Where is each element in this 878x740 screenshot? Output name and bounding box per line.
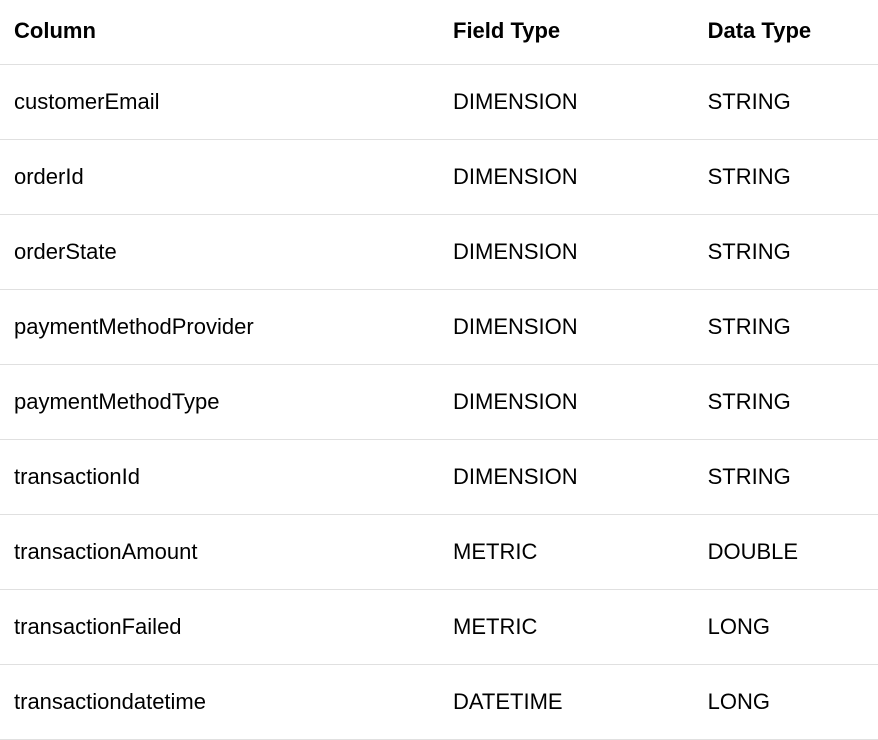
schema-table: Column Field Type Data Type customerEmai… xyxy=(0,0,878,740)
cell-data-type: STRING xyxy=(694,440,878,515)
cell-field-type: DIMENSION xyxy=(439,65,694,140)
cell-field-type: DATETIME xyxy=(439,665,694,740)
cell-column: paymentMethodProvider xyxy=(0,290,439,365)
table-row: orderState DIMENSION STRING xyxy=(0,215,878,290)
cell-data-type: STRING xyxy=(694,290,878,365)
table-row: transactionFailed METRIC LONG xyxy=(0,590,878,665)
cell-field-type: DIMENSION xyxy=(439,215,694,290)
table-row: paymentMethodType DIMENSION STRING xyxy=(0,365,878,440)
cell-column: paymentMethodType xyxy=(0,365,439,440)
cell-field-type: DIMENSION xyxy=(439,365,694,440)
cell-column: customerEmail xyxy=(0,65,439,140)
table-row: transactionAmount METRIC DOUBLE xyxy=(0,515,878,590)
cell-data-type: DOUBLE xyxy=(694,515,878,590)
table-row: paymentMethodProvider DIMENSION STRING xyxy=(0,290,878,365)
table-row: transactiondatetime DATETIME LONG xyxy=(0,665,878,740)
header-field-type: Field Type xyxy=(439,0,694,65)
table-row: orderId DIMENSION STRING xyxy=(0,140,878,215)
cell-field-type: DIMENSION xyxy=(439,140,694,215)
table-body: customerEmail DIMENSION STRING orderId D… xyxy=(0,65,878,740)
cell-field-type: DIMENSION xyxy=(439,440,694,515)
cell-column: transactionAmount xyxy=(0,515,439,590)
cell-column: transactiondatetime xyxy=(0,665,439,740)
table-header: Column Field Type Data Type xyxy=(0,0,878,65)
cell-data-type: LONG xyxy=(694,590,878,665)
header-column: Column xyxy=(0,0,439,65)
cell-data-type: STRING xyxy=(694,365,878,440)
cell-column: transactionFailed xyxy=(0,590,439,665)
header-row: Column Field Type Data Type xyxy=(0,0,878,65)
cell-field-type: DIMENSION xyxy=(439,290,694,365)
cell-data-type: STRING xyxy=(694,215,878,290)
cell-column: orderState xyxy=(0,215,439,290)
cell-data-type: STRING xyxy=(694,65,878,140)
cell-column: transactionId xyxy=(0,440,439,515)
table-row: customerEmail DIMENSION STRING xyxy=(0,65,878,140)
table-row: transactionId DIMENSION STRING xyxy=(0,440,878,515)
cell-data-type: LONG xyxy=(694,665,878,740)
header-data-type: Data Type xyxy=(694,0,878,65)
cell-field-type: METRIC xyxy=(439,590,694,665)
cell-field-type: METRIC xyxy=(439,515,694,590)
cell-column: orderId xyxy=(0,140,439,215)
cell-data-type: STRING xyxy=(694,140,878,215)
